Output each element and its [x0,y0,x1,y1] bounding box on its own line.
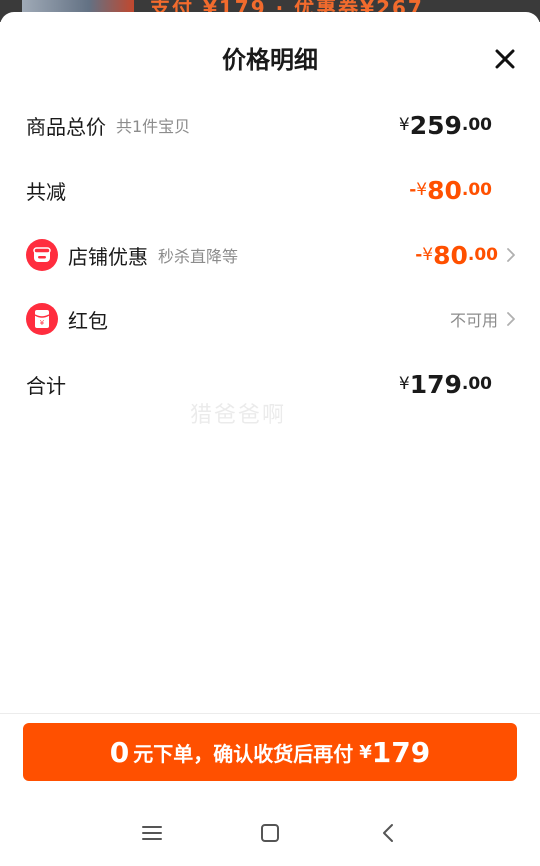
currency-symbol: ¥ [398,374,410,394]
cta-amount: 179 [371,735,431,769]
red-envelope-icon: ¥ [26,303,58,335]
svg-text:¥: ¥ [40,319,45,327]
minus-sign: - [409,180,417,200]
sum-price: ¥ 179 .00 [399,364,492,404]
cta-currency: ¥ [359,741,372,763]
goods-count-text: 共1件宝贝 [116,117,191,136]
sum-label: 合计 [26,373,66,398]
order-now-pay-later-button[interactable]: 0 元下单，确认收货后再付 ¥ 179 [23,723,517,781]
footer-divider [0,713,540,714]
goods-total-price: ¥ 259 .00 [399,105,492,145]
price-decimal: .00 [467,245,498,265]
price-decimal: .00 [461,180,492,200]
price-integer: 259 [409,110,462,140]
watermark: 猎爸爸啊 [190,403,287,428]
currency-symbol: ¥ [422,245,434,265]
close-button[interactable] [490,44,520,74]
home-icon[interactable] [255,820,285,846]
store-discount-label: 店铺优惠 [68,244,148,269]
cta-text: 元下单，确认收货后再付 [133,741,354,766]
system-navigation-bar [0,800,540,866]
price-decimal: .00 [461,115,492,135]
back-icon[interactable] [373,820,403,846]
cta-zero: 0 [109,735,130,769]
close-icon [495,49,515,69]
red-packet-status: 不可用 [450,299,516,339]
minus-sign: - [415,245,423,265]
price-integer: 179 [409,369,462,399]
currency-symbol: ¥ [398,115,410,135]
chevron-right-icon [506,311,516,327]
row-store-discount[interactable]: 店铺优惠 秒杀直降等 - ¥ 80 .00 [26,235,516,275]
goods-total-label: 商品总价 [26,114,106,139]
row-total-discount: 共减 - ¥ 80 .00 [26,170,516,210]
total-discount-price: - ¥ 80 .00 [409,170,492,210]
store-icon [26,239,58,271]
sheet-title: 价格明细 [222,46,318,74]
price-decimal: .00 [461,374,492,394]
row-goods-total: 商品总价 共1件宝贝 ¥ 259 .00 [26,105,516,145]
price-integer: 80 [433,240,468,270]
menu-icon[interactable] [137,820,167,846]
store-discount-sub: 秒杀直降等 [158,247,239,266]
red-packet-label: 红包 [68,308,108,333]
red-packet-value: 不可用 [449,311,498,330]
price-integer: 80 [427,175,462,205]
chevron-right-icon [506,247,516,263]
row-red-packet[interactable]: ¥ 红包 不可用 [26,299,516,339]
currency-symbol: ¥ [416,180,428,200]
store-discount-price: - ¥ 80 .00 [415,235,516,275]
total-discount-label: 共减 [26,179,66,204]
